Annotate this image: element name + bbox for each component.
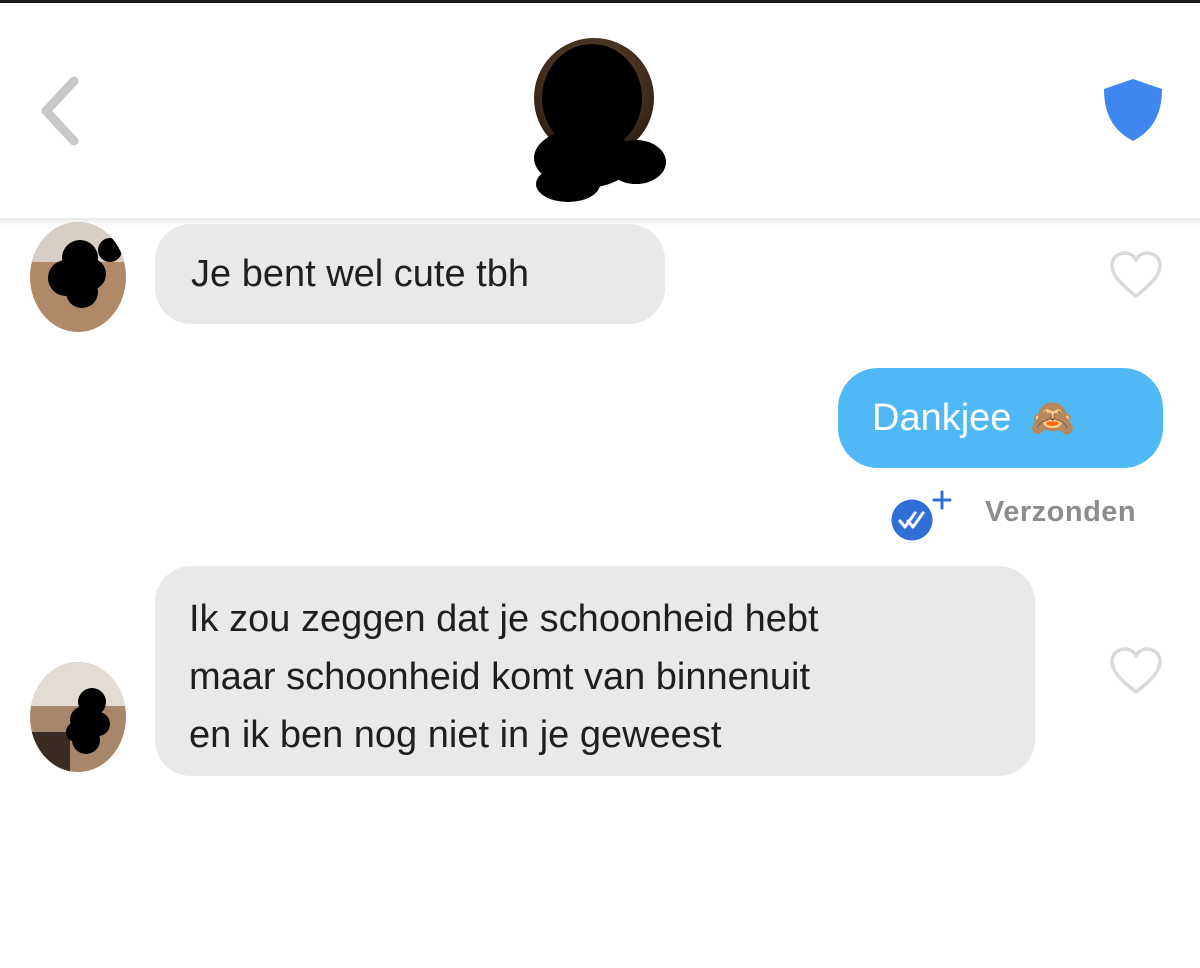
chat-screen: Je bent wel cute tbh Dankjee 🙈 Verzonden <box>0 0 1200 968</box>
message-line: maar schoonheid komt van binnenuit <box>189 656 811 698</box>
message-bubble-incoming[interactable]: Je bent wel cute tbh <box>155 224 665 324</box>
shield-icon <box>1104 79 1162 141</box>
like-button[interactable] <box>1108 646 1164 696</box>
read-receipt-badge[interactable] <box>886 488 958 546</box>
chat-header <box>0 3 1200 220</box>
safety-shield-button[interactable] <box>1100 77 1166 143</box>
obscured-avatar-image <box>30 662 126 772</box>
sent-status: Verzonden <box>985 496 1137 528</box>
like-button[interactable] <box>1108 250 1164 300</box>
double-check-icon <box>888 490 952 544</box>
message-line: Ik zou zeggen dat je schoonheid hebt <box>189 598 819 640</box>
sender-avatar[interactable] <box>30 222 126 332</box>
obscured-avatar-image <box>30 222 126 332</box>
back-button[interactable] <box>30 73 90 149</box>
message-text: Dankjee <box>872 397 1012 439</box>
message-bubble-outgoing[interactable]: Dankjee 🙈 <box>838 368 1163 468</box>
heart-icon <box>1110 647 1162 694</box>
message-bubble-incoming[interactable]: Ik zou zeggen dat je schoonheid hebt maa… <box>155 566 1035 776</box>
see-no-evil-monkey-emoji: 🙈 <box>1029 397 1075 438</box>
heart-icon <box>1110 251 1162 298</box>
obscured-avatar-image <box>534 38 666 202</box>
chevron-left-icon <box>41 76 79 146</box>
message-line: en ik ben nog niet in je geweest <box>189 714 722 756</box>
message-text: Je bent wel cute tbh <box>191 253 529 295</box>
contact-avatar[interactable] <box>528 38 668 208</box>
sender-avatar[interactable] <box>30 662 126 772</box>
message-list: Je bent wel cute tbh Dankjee 🙈 Verzonden <box>0 222 1200 968</box>
